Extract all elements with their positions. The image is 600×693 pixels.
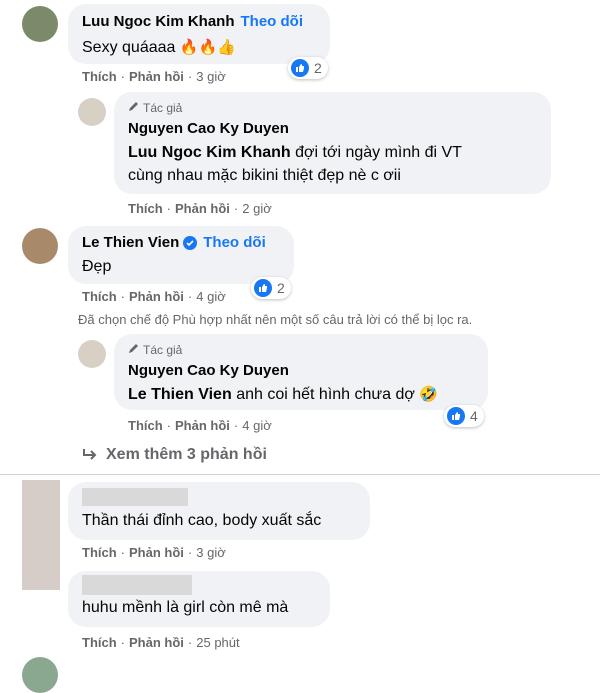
- divider: [0, 474, 600, 475]
- timestamp[interactable]: 3 giờ: [196, 545, 226, 560]
- like-icon: [254, 279, 272, 297]
- blurred-avatar: [22, 480, 60, 590]
- reply-button[interactable]: Phản hồi: [129, 69, 184, 84]
- comment-actions: Thích · Phản hồi · 25 phút: [82, 635, 240, 650]
- mention[interactable]: Le Thien Vien: [128, 386, 232, 403]
- reply-bubble: Tác giả Nguyen Cao Ky Duyen Le Thien Vie…: [114, 334, 488, 410]
- view-more-replies[interactable]: Xem thêm 3 phản hồi: [82, 446, 267, 464]
- avatar[interactable]: [22, 228, 58, 264]
- timestamp[interactable]: 4 giờ: [196, 289, 226, 304]
- reply-button[interactable]: Phản hồi: [129, 289, 184, 304]
- timestamp[interactable]: 3 giờ: [196, 69, 226, 84]
- reply-text: cùng nhau mặc bikini thiệt đẹp nè c ơii: [128, 167, 401, 184]
- author-badge: Tác giả: [143, 101, 183, 115]
- reply-button[interactable]: Phản hồi: [129, 635, 184, 650]
- comment-bubble: Luu Ngoc Kim Khanh Theo dõi Sexy quáaaa 🔥…: [68, 4, 330, 64]
- timestamp[interactable]: 4 giờ: [242, 418, 272, 433]
- reply-text: đợi tới ngày mình đi VT: [295, 144, 462, 161]
- reply-bubble: Tác giả Nguyen Cao Ky Duyen Luu Ngoc Kim…: [114, 92, 551, 194]
- like-button[interactable]: Thích: [82, 545, 117, 560]
- reply-button[interactable]: Phản hồi: [129, 545, 184, 560]
- author-badge: Tác giả: [143, 343, 183, 357]
- pencil-icon: [128, 343, 139, 357]
- comment-text: huhu mềnh là girl còn mê mà: [82, 599, 289, 616]
- comment-bubble: Thần thái đỉnh cao, body xuất sắc: [68, 482, 370, 540]
- like-button[interactable]: Thích: [128, 201, 163, 216]
- comment-text: Sexy quáaaa: [82, 39, 176, 56]
- reaction-count[interactable]: 2: [288, 57, 328, 79]
- pencil-icon: [128, 101, 139, 115]
- follow-button[interactable]: Theo dõi: [241, 13, 304, 30]
- comment-text: Thần thái đỉnh cao, body xuất sắc: [82, 512, 322, 529]
- like-button[interactable]: Thích: [128, 418, 163, 433]
- like-button[interactable]: Thích: [82, 635, 117, 650]
- like-button[interactable]: Thích: [82, 289, 117, 304]
- like-icon: [447, 407, 465, 425]
- avatar[interactable]: [78, 340, 106, 368]
- comment-actions: Thích · Phản hồi · 4 giờ: [82, 289, 226, 304]
- avatar[interactable]: [22, 6, 58, 42]
- filter-notice: Đã chọn chế độ Phù hợp nhất nên một số c…: [78, 312, 473, 327]
- reply-button[interactable]: Phản hồi: [175, 201, 230, 216]
- like-button[interactable]: Thích: [82, 69, 117, 84]
- comment-actions: Thích · Phản hồi · 2 giờ: [128, 201, 272, 216]
- comment-actions: Thích · Phản hồi · 4 giờ: [128, 418, 272, 433]
- blurred-name: [82, 575, 192, 595]
- avatar[interactable]: [22, 657, 58, 693]
- like-icon: [291, 59, 309, 77]
- timestamp[interactable]: 25 phút: [196, 635, 239, 650]
- comment-actions: Thích · Phản hồi · 3 giờ: [82, 69, 226, 84]
- commenter-name[interactable]: Luu Ngoc Kim Khanh: [82, 13, 235, 30]
- commenter-name[interactable]: Nguyen Cao Ky Duyen: [128, 362, 289, 379]
- comment-bubble: huhu mềnh là girl còn mê mà: [68, 571, 330, 627]
- blurred-name: [82, 488, 188, 506]
- verified-badge-icon: [183, 235, 198, 250]
- comment-text: Đẹp: [82, 258, 112, 275]
- follow-button[interactable]: Theo dõi: [203, 234, 266, 251]
- commenter-name[interactable]: Nguyen Cao Ky Duyen: [128, 120, 289, 137]
- avatar[interactable]: [78, 98, 106, 126]
- commenter-name[interactable]: Le Thien Vien: [82, 234, 179, 251]
- reaction-count[interactable]: 4: [444, 405, 484, 427]
- reply-button[interactable]: Phản hồi: [175, 418, 230, 433]
- reply-text: anh coi hết hình chưa dợ: [236, 386, 415, 403]
- comment-bubble: Le Thien Vien Theo dõi Đẹp: [68, 226, 294, 284]
- mention[interactable]: Luu Ngoc Kim Khanh: [128, 144, 291, 161]
- fire-thumb-emoji: 🔥🔥👍: [179, 39, 236, 56]
- timestamp[interactable]: 2 giờ: [242, 201, 272, 216]
- rofl-emoji: 🤣: [419, 386, 438, 403]
- reply-arrow-icon: [82, 448, 98, 462]
- reaction-count[interactable]: 2: [251, 277, 291, 299]
- comment-actions: Thích · Phản hồi · 3 giờ: [82, 545, 226, 560]
